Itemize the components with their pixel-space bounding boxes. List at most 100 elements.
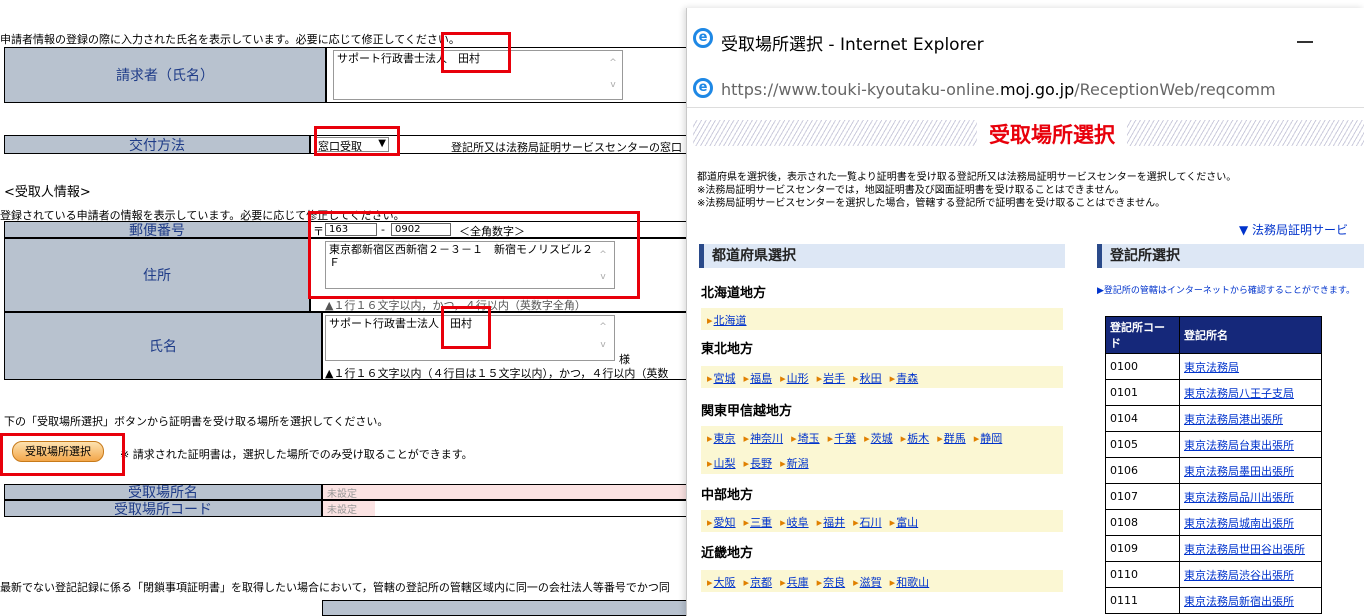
office-name-cell: 東京法務局墨田出張所 (1179, 457, 1322, 484)
postal-label: 郵便番号 (4, 221, 310, 239)
pref-link[interactable]: 福島 (744, 372, 772, 385)
place-name-value: 未設定 (322, 484, 688, 500)
pref-link[interactable]: 富山 (890, 516, 918, 529)
region-kanto: 関東甲信越地方 (701, 404, 793, 419)
address-bar: e https://www.touki-kyoutaku-online.moj.… (687, 70, 1364, 108)
office-code: 0106 (1105, 457, 1180, 484)
pref-link[interactable]: 大阪 (707, 576, 736, 589)
pref-link[interactable]: 神奈川 (744, 432, 783, 445)
url[interactable]: https://www.touki-kyoutaku-online.moj.go… (721, 80, 1276, 99)
pref-link[interactable]: 静岡 (974, 432, 1002, 445)
pref-row-kinki: 大阪京都兵庫奈良滋賀和歌山 (701, 570, 1063, 592)
office-code: 0109 (1105, 535, 1180, 562)
office-link[interactable]: 東京法務局品川出張所 (1184, 491, 1294, 504)
pref-link[interactable]: 石川 (853, 516, 882, 529)
name-cell: サポート行政書士法人 田村 様 ▲１行１６文字以内（４行目は１５文字以内），かつ… (322, 312, 688, 380)
pref-link[interactable]: 岐阜 (780, 516, 809, 529)
office-link[interactable]: 東京法務局墨田出張所 (1184, 465, 1294, 478)
bottom-note: 最新でない登記記録に係る「閉鎖事項証明書」を取得したい場合において，管轄の登記所… (0, 581, 670, 594)
pref-link[interactable]: 青森 (890, 372, 918, 385)
pref-row-hokkaido: 北海道 (701, 308, 1063, 330)
pref-link[interactable]: 埼玉 (791, 432, 820, 445)
requester-label: 請求者（氏名） (4, 47, 326, 103)
pref-link[interactable]: 宮城 (707, 372, 736, 385)
name-label: 氏名 (4, 312, 322, 380)
office-link[interactable]: 東京法務局新宿出張所 (1184, 595, 1294, 608)
office-section-heading: 登記所選択 (1097, 244, 1364, 268)
office-link[interactable]: 東京法務局城南出張所 (1184, 517, 1294, 530)
table-row: 0110 東京法務局渋谷出張所 (1105, 561, 1322, 588)
instruction-3: ※法務局証明サービスセンターを選択した場合，管轄する登記所で証明書を受け取ること… (697, 198, 1166, 209)
pref-link[interactable]: 千葉 (828, 432, 856, 445)
pref-link[interactable]: 京都 (744, 576, 772, 589)
pref-link[interactable]: 兵庫 (780, 576, 809, 589)
region-hokkaido: 北海道地方 (701, 286, 767, 301)
pref-link[interactable]: 北海道 (707, 314, 747, 327)
pref-link[interactable]: 山梨 (707, 457, 736, 470)
region-tohoku: 東北地方 (701, 342, 754, 357)
office-code: 0101 (1105, 379, 1180, 406)
delivery-note: 登記所又は法務局証明サービスセンターの窓口 (451, 141, 682, 154)
name-hint: ▲１行１６文字以内（４行目は１５文字以内），かつ，４行以内（英数 (325, 367, 669, 380)
pref-link[interactable]: 栃木 (901, 432, 929, 445)
scroll-up-icon[interactable]: ^ (598, 322, 608, 332)
pref-row-tohoku: 宮城福島山形岩手秋田青森 (701, 366, 1063, 388)
column-header: 登記所名 (1179, 316, 1322, 354)
pref-link[interactable]: 奈良 (817, 576, 845, 589)
pref-link[interactable]: 茨城 (864, 432, 893, 445)
office-name-cell: 東京法務局 (1179, 353, 1322, 380)
delivery-label: 交付方法 (4, 135, 310, 154)
window-title: 受取場所選択 - Internet Explorer (721, 35, 984, 55)
pref-link[interactable]: 和歌山 (890, 576, 929, 589)
place-code-label: 受取場所コード (4, 500, 322, 518)
pref-link[interactable]: 愛知 (707, 516, 736, 529)
select-instruction: 下の「受取場所選択」ボタンから証明書を受け取る場所を選択してください。 (4, 415, 389, 428)
pref-link[interactable]: 東京 (707, 432, 736, 445)
office-name-cell: 東京法務局城南出張所 (1179, 509, 1322, 536)
office-code: 0110 (1105, 561, 1180, 588)
scroll-up-icon[interactable]: ^ (608, 58, 618, 68)
office-link[interactable]: 東京法務局八王子支局 (1184, 387, 1294, 400)
office-name-cell: 東京法務局新宿出張所 (1179, 587, 1322, 614)
recipient-heading: <受取人情報> (4, 185, 91, 200)
place-selection-window: e 受取場所選択 - Internet Explorer e https://w… (686, 8, 1364, 616)
pref-link[interactable]: 岩手 (817, 372, 845, 385)
address-label: 住所 (4, 238, 310, 312)
office-link[interactable]: 東京法務局台東出張所 (1184, 439, 1294, 452)
table-row: 0111 東京法務局新宿出張所 (1105, 587, 1322, 614)
service-center-link[interactable]: ▼ 法務局証明サービ (1239, 221, 1348, 238)
table-row: 0100 東京法務局 (1105, 353, 1322, 380)
pref-link[interactable]: 長野 (744, 457, 772, 470)
title-bar: e 受取場所選択 - Internet Explorer (687, 8, 1364, 70)
office-note-link[interactable]: ▶登記所の管轄はインターネットから確認することができます。 (1097, 283, 1355, 296)
pref-section-heading: 都道府県選択 (699, 244, 1065, 268)
pref-link[interactable]: 秋田 (853, 372, 882, 385)
pref-link[interactable]: 新潟 (780, 457, 809, 470)
office-link[interactable]: 東京法務局世田谷出張所 (1184, 543, 1305, 556)
pref-link[interactable]: 山形 (780, 372, 809, 385)
office-name-cell: 東京法務局港出張所 (1179, 405, 1322, 432)
office-link[interactable]: 東京法務局 (1184, 361, 1239, 374)
top-note: 申請者情報の登録の際に入力された氏名を表示しています。必要に応じて修正してくださ… (0, 33, 460, 46)
table-row: 0108 東京法務局城南出張所 (1105, 509, 1322, 536)
table-row: 0104 東京法務局港出張所 (1105, 405, 1322, 432)
office-link[interactable]: 東京法務局港出張所 (1184, 413, 1283, 426)
table-header-row: 登記所コード 登記所名 (1105, 316, 1322, 354)
url-suffix: /ReceptionWeb/reqcomm (1074, 80, 1276, 99)
pref-link[interactable]: 福井 (817, 516, 845, 529)
office-link[interactable]: 東京法務局渋谷出張所 (1184, 569, 1294, 582)
pref-link[interactable]: 滋賀 (853, 576, 882, 589)
select-button-note: ※ 請求された証明書は，選択した場所でのみ受け取ることができます。 (120, 448, 473, 461)
pref-link[interactable]: 群馬 (937, 432, 966, 445)
office-code: 0107 (1105, 483, 1180, 510)
pref-link[interactable]: 三重 (744, 516, 772, 529)
office-name-cell: 東京法務局台東出張所 (1179, 431, 1322, 458)
minimize-icon[interactable] (1297, 41, 1313, 43)
office-code: 0111 (1105, 587, 1180, 614)
ie-page-icon: e (693, 78, 713, 98)
column-header: 登記所コード (1105, 316, 1180, 354)
scroll-down-icon[interactable]: v (598, 340, 608, 350)
table-row: 0107 東京法務局品川出張所 (1105, 483, 1322, 510)
highlight-box (308, 211, 640, 299)
scroll-down-icon[interactable]: v (608, 80, 618, 90)
